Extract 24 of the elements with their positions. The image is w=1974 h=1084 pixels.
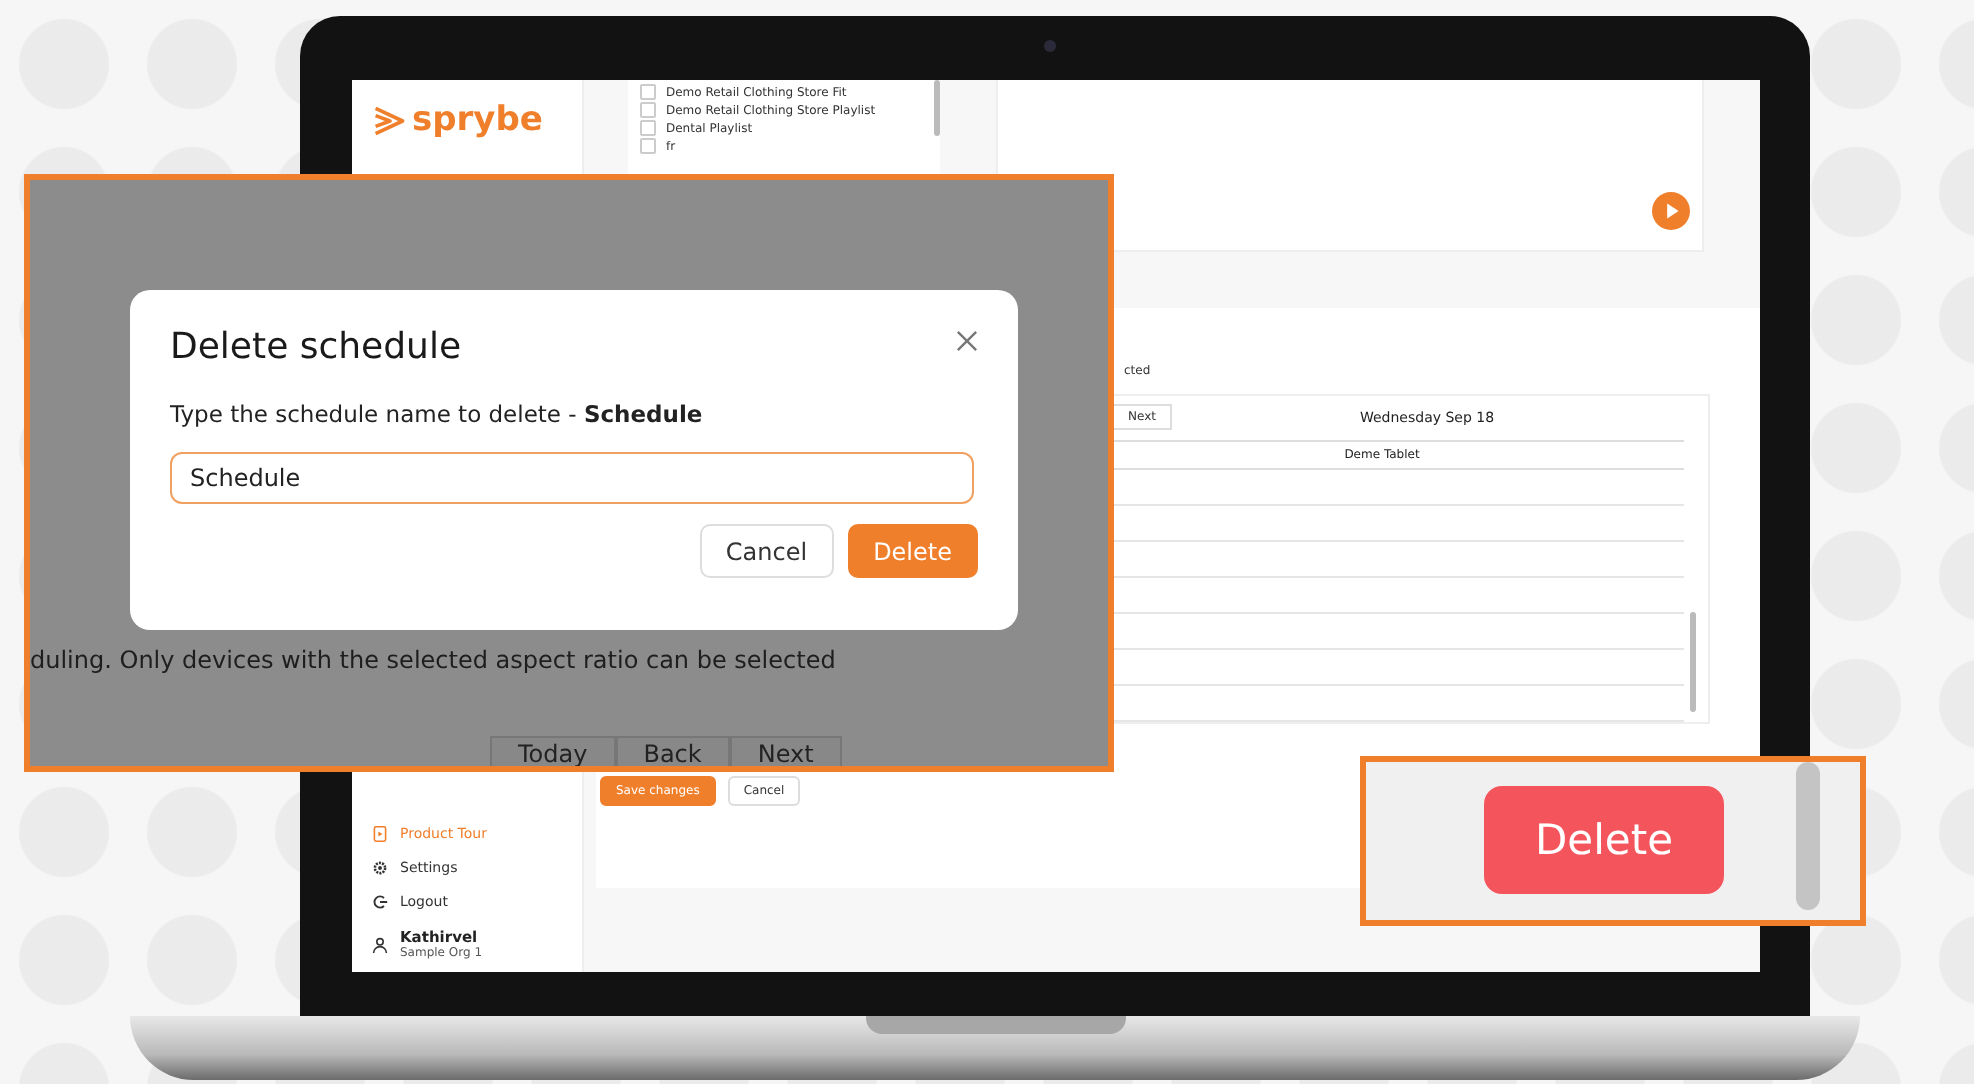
scrollbar[interactable]	[934, 80, 940, 136]
logo-chevron-icon	[372, 105, 408, 135]
background-text: duling. Only devices with the selected aspect ratio can be selected	[30, 646, 836, 674]
checkbox[interactable]	[640, 102, 656, 118]
schedule-name-field[interactable]: Schedule	[170, 452, 974, 504]
delete-button[interactable]: Delete	[847, 524, 978, 578]
close-icon[interactable]	[956, 330, 978, 352]
user-icon	[372, 935, 388, 953]
checkbox[interactable]	[640, 120, 656, 136]
cancel-button[interactable]: Cancel	[699, 524, 834, 578]
calendar-nav-button[interactable]: Next	[729, 736, 842, 766]
settings-icon	[372, 860, 388, 876]
logout-icon	[372, 894, 388, 910]
tour-icon	[372, 826, 388, 842]
checkbox[interactable]	[640, 84, 656, 100]
scrollbar[interactable]	[1796, 762, 1820, 910]
scrollbar[interactable]	[1690, 612, 1696, 712]
delete-button[interactable]: Delete	[1484, 786, 1724, 894]
dialog-title: Delete schedule	[170, 326, 462, 368]
dialog-prompt: Type the schedule name to delete - Schedule	[170, 400, 705, 428]
checkbox[interactable]	[640, 138, 656, 154]
play-icon[interactable]	[1652, 192, 1690, 230]
calendar-nav-button[interactable]: Back	[615, 736, 730, 766]
logo-text: sprybe	[412, 100, 543, 140]
